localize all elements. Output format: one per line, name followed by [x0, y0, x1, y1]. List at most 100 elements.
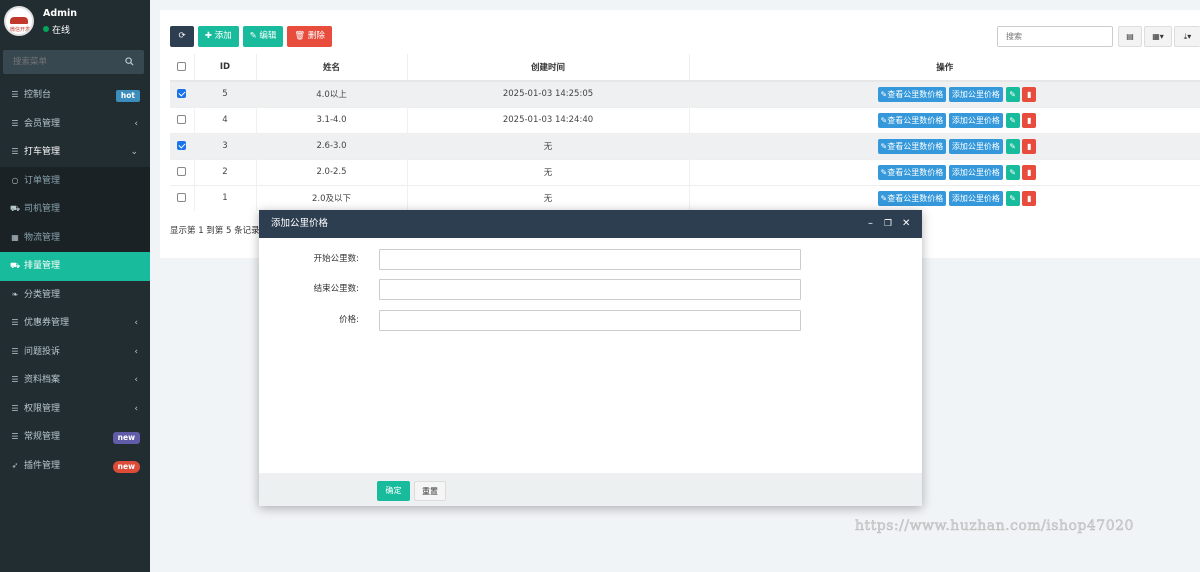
edit-label: 编辑: [259, 31, 277, 41]
table-search-input[interactable]: [998, 27, 1112, 46]
sidebar-item-general[interactable]: ☰ 常规管理 new: [0, 423, 150, 452]
delete-button[interactable]: 🗑 删除: [287, 26, 332, 47]
actions-cell: ✎查看公里数价格 添加公里价格 ✎ ▮: [688, 158, 1200, 185]
sidebar-item-displacement[interactable]: ⛟ 排量管理: [0, 252, 150, 281]
plus-icon: ✚: [204, 31, 212, 41]
list-icon: ☰: [11, 318, 19, 327]
sidebar-item-label: 控制台: [24, 90, 52, 100]
search-icon[interactable]: [125, 57, 134, 66]
view-km-price-button[interactable]: ✎查看公里数价格: [877, 190, 947, 206]
user-panel: 微信开发 Admin 在线: [0, 0, 150, 44]
col-id-header[interactable]: ID: [193, 54, 256, 82]
add-km-price-button[interactable]: 添加公里价格: [948, 112, 1003, 128]
trash-icon: ▮: [1027, 167, 1032, 177]
edit-row-button[interactable]: ✎: [1005, 164, 1020, 180]
actions-cell: ✎查看公里数价格 添加公里价格 ✎ ▮: [688, 184, 1200, 211]
export-button[interactable]: ⤓▾: [1174, 26, 1200, 47]
delete-row-button[interactable]: ▮: [1022, 190, 1037, 206]
pagination-info: 显示第 1 到第 5 条记录: [170, 226, 260, 236]
row-checkbox[interactable]: [177, 115, 187, 124]
delete-row-button[interactable]: ▮: [1022, 86, 1037, 102]
table-row[interactable]: 2 2.0-2.5 无 ✎查看公里数价格 添加公里价格 ✎ ▮: [170, 158, 1200, 185]
row-checkbox[interactable]: [177, 141, 187, 150]
view-km-price-button[interactable]: ✎查看公里数价格: [877, 112, 947, 128]
start-km-input[interactable]: [379, 249, 801, 270]
sidebar-item-label: 司机管理: [24, 204, 61, 214]
select-all-checkbox[interactable]: [177, 62, 187, 71]
view-km-price-button[interactable]: ✎查看公里数价格: [877, 86, 947, 102]
sidebar-item-label: 优惠券管理: [24, 318, 70, 328]
chevron-left-icon: ‹: [134, 375, 138, 385]
add-button[interactable]: ✚ 添加: [197, 26, 239, 47]
close-icon[interactable]: ✕: [902, 210, 910, 238]
sidebar-item-archives[interactable]: ☰ 资料档案 ‹: [0, 366, 150, 395]
pencil-icon: ✎: [1009, 141, 1016, 151]
sidebar-item-label: 打车管理: [24, 147, 61, 157]
delete-row-button[interactable]: ▮: [1022, 164, 1037, 180]
user-status: 在线: [43, 23, 70, 36]
edit-row-button[interactable]: ✎: [1005, 190, 1020, 206]
sidebar-item-categories[interactable]: ❧ 分类管理: [0, 281, 150, 310]
edit-button[interactable]: ✎ 编辑: [242, 26, 284, 47]
delete-row-button[interactable]: ▮: [1022, 138, 1037, 154]
minimize-icon[interactable]: –: [868, 210, 873, 238]
sidebar-item-members[interactable]: ☰ 会员管理 ‹: [0, 110, 150, 139]
confirm-button[interactable]: 确定: [377, 481, 410, 501]
actions-cell: ✎查看公里数价格 添加公里价格 ✎ ▮: [688, 132, 1200, 159]
sidebar-item-taxi[interactable]: ☰ 打车管理 ⌄: [0, 138, 150, 167]
sidebar-item-dashboard[interactable]: ☰ 控制台 hot: [0, 81, 150, 110]
add-km-price-button[interactable]: 添加公里价格: [948, 86, 1003, 102]
col-name-header[interactable]: 姓名: [255, 54, 407, 82]
row-select-cell: [170, 106, 194, 133]
add-km-price-label: 添加公里价格: [951, 141, 1000, 151]
columns-button[interactable]: ▦▾: [1144, 26, 1172, 47]
view-km-price-button[interactable]: ✎查看公里数价格: [877, 138, 947, 154]
end-km-input[interactable]: [379, 279, 801, 300]
add-km-price-button[interactable]: 添加公里价格: [948, 190, 1003, 206]
sidebar-item-label: 订单管理: [24, 175, 61, 186]
sidebar: 微信开发 Admin 在线 ☰ 控制台 hot ☰ 会员管理 ‹ ☰ 打车管理 ⌄ ○…: [0, 0, 150, 572]
row-select-cell: [170, 184, 194, 211]
col-time-header[interactable]: 创建时间: [406, 54, 689, 82]
sidebar-menu: ☰ 控制台 hot ☰ 会员管理 ‹ ☰ 打车管理 ⌄ ○ 订单管理 ⛟ 司机管理 ▦ 物流…: [0, 81, 150, 480]
sidebar-item-orders[interactable]: ○ 订单管理: [0, 166, 150, 195]
table-view-icon: ▤: [1126, 32, 1134, 41]
delete-row-button[interactable]: ▮: [1022, 112, 1037, 128]
add-km-price-button[interactable]: 添加公里价格: [948, 164, 1003, 180]
price-input[interactable]: [379, 310, 801, 331]
refresh-button[interactable]: ⟳: [170, 26, 194, 47]
sidebar-item-coupons[interactable]: ☰ 优惠券管理 ‹: [0, 309, 150, 338]
sidebar-item-permissions[interactable]: ☰ 权限管理 ‹: [0, 395, 150, 424]
row-checkbox[interactable]: [177, 193, 187, 203]
edit-row-button[interactable]: ✎: [1005, 112, 1020, 128]
time-cell: 无: [406, 158, 689, 185]
sidebar-search-input[interactable]: [3, 50, 113, 74]
id-cell: 2: [193, 158, 256, 185]
row-checkbox[interactable]: [177, 167, 187, 176]
edit-row-button[interactable]: ✎: [1005, 86, 1020, 102]
sidebar-item-drivers[interactable]: ⛟ 司机管理: [0, 195, 150, 224]
sidebar-item-label: 权限管理: [24, 403, 61, 414]
toggle-view-button[interactable]: ▤: [1118, 26, 1142, 47]
sidebar-item-plugins[interactable]: ➶ 插件管理 new: [0, 452, 150, 481]
table-row[interactable]: 5 4.0以上 2025-01-03 14:25:05 ✎查看公里数价格 添加公里价格…: [170, 80, 1200, 107]
sidebar-item-logistics[interactable]: ▦ 物流管理: [0, 223, 150, 252]
maximize-icon[interactable]: ❐: [884, 210, 892, 238]
view-km-price-button[interactable]: ✎查看公里数价格: [877, 164, 947, 180]
toolbar: ⟳ ✚ 添加 ✎ 编辑 🗑 删除: [170, 26, 333, 47]
table-row[interactable]: 3 2.6-3.0 无 ✎查看公里数价格 添加公里价格 ✎ ▮: [170, 132, 1200, 159]
name-cell: 2.0-2.5: [255, 158, 407, 185]
row-select-cell: [170, 80, 194, 107]
sidebar-item-complaints[interactable]: ☰ 问题投诉 ‹: [0, 338, 150, 367]
form-row-end-km: 结束公里数:: [259, 279, 922, 300]
rocket-icon: ➶: [11, 460, 19, 470]
row-checkbox[interactable]: [177, 89, 187, 99]
add-km-price-button[interactable]: 添加公里价格: [948, 138, 1003, 154]
edit-row-button[interactable]: ✎: [1005, 138, 1020, 154]
reset-button[interactable]: 重置: [414, 481, 446, 501]
table-row[interactable]: 1 2.0及以下无 ✎查看公里数价格 添加公里价格 ✎ ▮: [170, 184, 1200, 211]
modal-title: 添加公里价格: [271, 218, 329, 229]
row-select-cell: [170, 132, 194, 159]
trash-icon: 🗑: [294, 31, 306, 41]
table-row[interactable]: 4 3.1-4.0 2025-01-03 14:24:40 ✎查看公里数价格 添加公里…: [170, 106, 1200, 133]
